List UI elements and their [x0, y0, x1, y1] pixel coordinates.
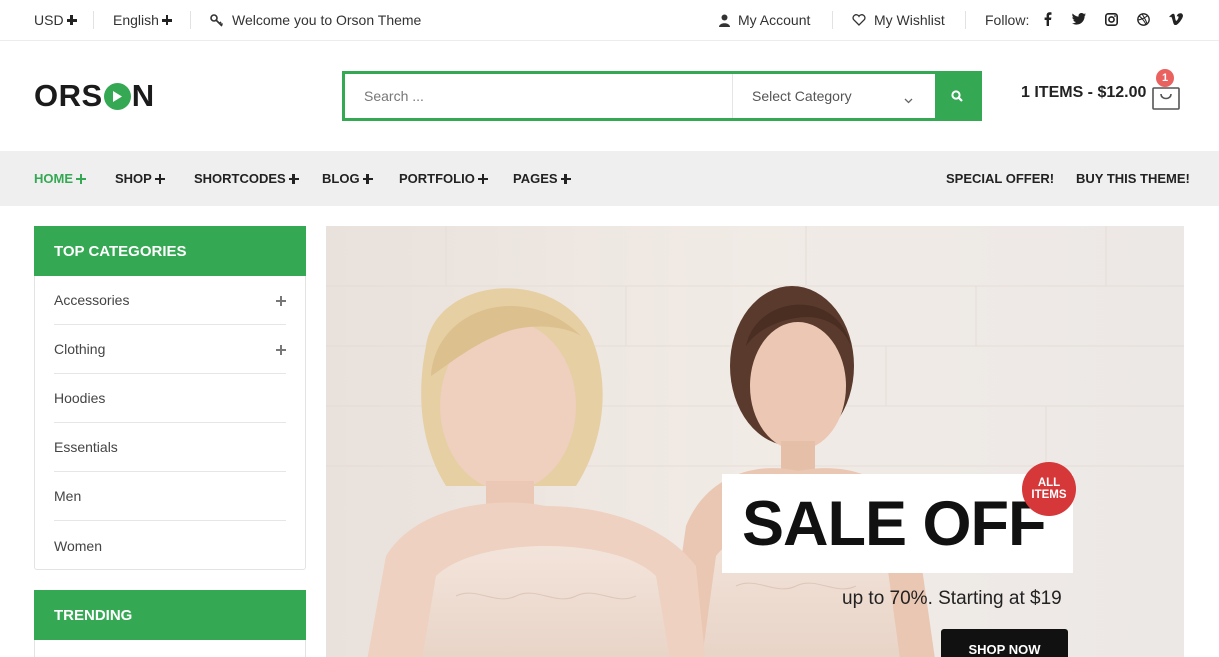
nav-item-shortcodes[interactable]: SHORTCODES	[194, 151, 299, 206]
key-icon	[210, 13, 223, 27]
cart-count-badge: 1	[1156, 69, 1174, 87]
plus-icon	[288, 173, 299, 184]
welcome-message: Welcome you to Orson Theme	[210, 0, 421, 40]
category-label: Accessories	[54, 292, 130, 308]
vimeo-icon[interactable]	[1168, 11, 1184, 27]
nav-item-label: BLOG	[322, 171, 360, 186]
top-categories-title: TOP CATEGORIES	[34, 226, 306, 276]
special-offer-link[interactable]: SPECIAL OFFER!	[946, 151, 1054, 206]
category-item-hoodies[interactable]: Hoodies	[54, 374, 286, 423]
currency-label: USD	[34, 12, 64, 28]
play-icon	[103, 82, 131, 110]
plus-icon	[477, 173, 488, 184]
welcome-text: Welcome you to Orson Theme	[232, 12, 422, 28]
logo-text-right: N	[131, 78, 155, 113]
my-wishlist-label: My Wishlist	[874, 12, 945, 28]
all-items-badge: ALL ITEMS	[1022, 462, 1076, 516]
sale-subtext: up to 70%. Starting at $19	[842, 588, 1062, 609]
site-logo[interactable]: ORS N	[34, 78, 155, 113]
nav-item-home[interactable]: HOME	[34, 151, 86, 206]
heart-icon	[852, 14, 866, 26]
my-account-label: My Account	[738, 12, 811, 28]
category-label: Hoodies	[54, 390, 106, 406]
nav-item-blog[interactable]: BLOG	[322, 151, 373, 206]
nav-item-shop[interactable]: SHOP	[115, 151, 165, 206]
category-select[interactable]: Select Category	[732, 74, 935, 118]
search-form: Select Category	[342, 71, 982, 121]
main-nav: HOME SHOP SHORTCODES BLOG PORTFOLIO PAGE…	[0, 151, 1219, 206]
cart-summary[interactable]: 1 ITEMS - $12.00	[1021, 84, 1146, 102]
dribbble-icon[interactable]	[1135, 11, 1151, 27]
category-item-accessories[interactable]: Accessories	[54, 276, 286, 325]
badge-line-1: ALL	[1037, 477, 1061, 489]
plus-icon[interactable]	[276, 296, 286, 306]
my-wishlist-link[interactable]: My Wishlist	[852, 0, 945, 40]
divider	[965, 11, 966, 29]
category-label: Essentials	[54, 439, 118, 455]
instagram-icon[interactable]	[1103, 11, 1119, 27]
sale-headline: SALE OFF	[722, 474, 1073, 573]
plus-icon	[76, 173, 86, 184]
plus-icon[interactable]	[276, 345, 286, 355]
nav-item-label: HOME	[34, 171, 73, 186]
currency-switcher[interactable]: USD	[34, 0, 77, 40]
plus-icon	[560, 173, 571, 184]
divider	[832, 11, 833, 29]
user-icon	[719, 14, 730, 27]
plus-icon	[362, 173, 373, 184]
search-input[interactable]	[345, 74, 732, 118]
search-button[interactable]	[935, 74, 979, 118]
category-item-women[interactable]: Women	[54, 521, 286, 570]
nav-item-portfolio[interactable]: PORTFOLIO	[399, 151, 488, 206]
twitter-icon[interactable]	[1071, 11, 1087, 27]
category-label: Clothing	[54, 341, 106, 357]
facebook-icon[interactable]	[1040, 11, 1056, 27]
plus-icon	[66, 15, 77, 25]
trending-title: TRENDING	[34, 590, 306, 640]
nav-item-label: SHORTCODES	[194, 171, 286, 186]
language-switcher[interactable]: English	[113, 0, 172, 40]
divider	[190, 11, 191, 29]
shop-now-button[interactable]: SHOP NOW	[941, 629, 1068, 657]
category-select-label: Select Category	[752, 88, 852, 104]
buy-theme-link[interactable]: BUY THIS THEME!	[1076, 151, 1190, 206]
follow-label: Follow:	[985, 12, 1030, 28]
category-label: Men	[54, 488, 82, 504]
language-label: English	[113, 12, 159, 28]
nav-item-label: PAGES	[513, 171, 558, 186]
category-item-men[interactable]: Men	[54, 472, 286, 521]
category-label: Women	[54, 537, 102, 554]
chevron-down-icon	[904, 91, 913, 107]
search-icon	[951, 90, 963, 102]
nav-item-label: SHOP	[115, 171, 152, 186]
logo-text-left: ORS	[34, 78, 103, 113]
category-item-essentials[interactable]: Essentials	[54, 423, 286, 472]
nav-item-pages[interactable]: PAGES	[513, 151, 571, 206]
category-list: Accessories Clothing Hoodies Essentials …	[54, 276, 286, 570]
my-account-link[interactable]: My Account	[719, 0, 810, 40]
category-item-clothing[interactable]: Clothing	[54, 325, 286, 374]
top-bar: USD English Welcome you to Orson Theme M…	[0, 0, 1219, 41]
plus-icon	[154, 173, 165, 184]
divider	[93, 11, 94, 29]
plus-icon	[161, 15, 172, 25]
badge-line-2: ITEMS	[1031, 489, 1067, 501]
nav-item-label: PORTFOLIO	[399, 171, 475, 186]
